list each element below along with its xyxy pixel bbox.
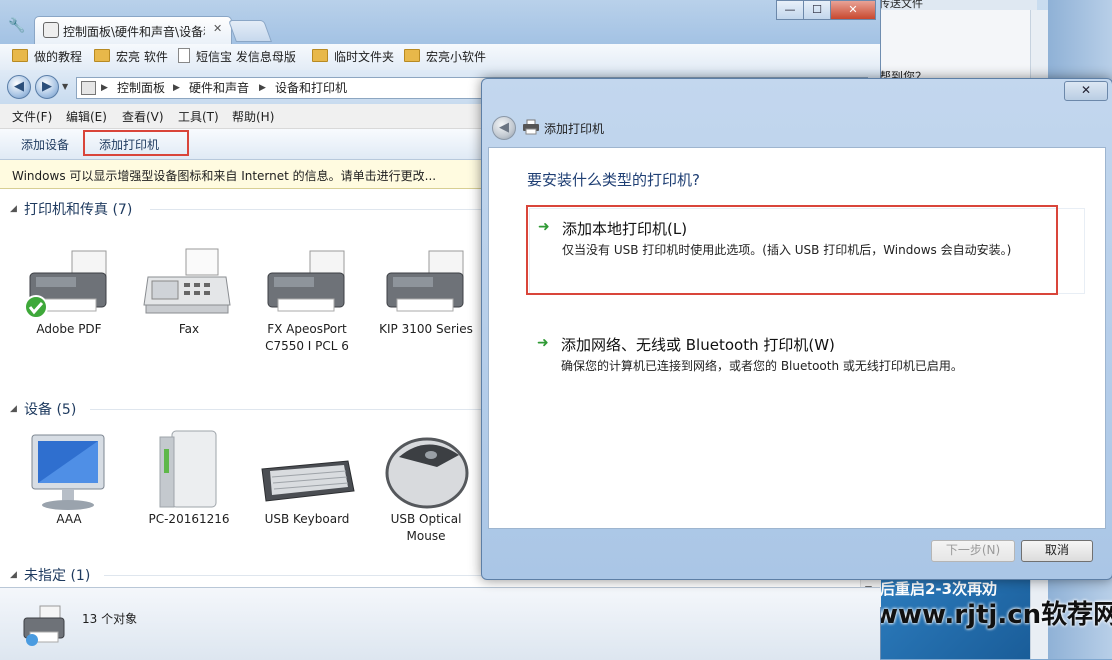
control-panel-icon [43, 22, 59, 38]
folder-icon [12, 49, 28, 62]
favorite-item[interactable]: 短信宝 发信息母版 [178, 48, 296, 66]
devices-printers-icon [23, 605, 65, 646]
collapse-arrow-icon[interactable]: ◢ [10, 570, 17, 580]
breadcrumb-item[interactable]: 设备和打印机 [275, 80, 347, 96]
menu-edit[interactable]: 编辑(E) [66, 108, 107, 125]
favorite-item[interactable]: 宏亮小软件 [404, 48, 486, 66]
keyboard-icon [261, 460, 355, 502]
option-title: 添加网络、无线或 Bluetooth 打印机(W) [561, 336, 835, 354]
add-device-button[interactable]: 添加设备 [21, 136, 69, 153]
device-item-label: FX ApeosPort C7550 I PCL 6 [265, 322, 349, 353]
option-description: 确保您的计算机已连接到网络，或者您的 Bluetooth 或无线打印机已启用。 [561, 359, 963, 373]
favorite-item[interactable]: 做的教程 [12, 48, 82, 66]
device-item[interactable]: FX ApeosPort C7550 I PCL 6 [248, 247, 366, 353]
new-tab-button[interactable] [227, 20, 273, 42]
next-button[interactable]: 下一步(N) [931, 540, 1015, 562]
device-item-label: Fax [178, 322, 200, 336]
fax-icon [143, 248, 231, 314]
device-item[interactable]: KIP 3100 Series [367, 247, 485, 347]
cancel-button[interactable]: 取消 [1021, 540, 1093, 562]
menu-view[interactable]: 查看(V) [122, 108, 164, 125]
device-item-label: PC-20161216 [148, 512, 230, 526]
chevron-right-icon[interactable]: ▶ [259, 80, 266, 96]
monitor-icon [31, 434, 105, 510]
printer-icon [386, 250, 464, 312]
favorite-item[interactable]: 宏亮 软件 [94, 48, 168, 66]
device-item-label: KIP 3100 Series [379, 322, 473, 336]
option-network-printer[interactable]: ➜ 添加网络、无线或 Bluetooth 打印机(W) 确保您的计算机已连接到网… [529, 325, 1083, 385]
dialog-footer: 下一步(N) 取消 [488, 529, 1104, 571]
browser-tab-title: 控制面板\硬件和声音\设备和打印机 [63, 25, 205, 39]
printer-default-icon [24, 250, 107, 319]
printer-icon [523, 119, 539, 135]
maximize-icon[interactable]: ☐ [803, 0, 831, 20]
chevron-right-icon[interactable]: ▶ [101, 80, 108, 96]
menu-tools[interactable]: 工具(T) [178, 108, 219, 125]
green-arrow-icon: ➜ [537, 335, 549, 351]
group-header-devices[interactable]: 设备 (5) [24, 399, 76, 419]
highlight-box [83, 130, 189, 156]
add-printer-dialog: ✕ ◀ 添加打印机 要安装什么类型的打印机? ➜ 添加本地打印机(L) 仅当没有… [481, 78, 1112, 580]
breadcrumb-item[interactable]: 控制面板 [117, 80, 165, 96]
device-item[interactable]: Adobe PDF [10, 247, 128, 347]
control-panel-icon [81, 81, 96, 95]
folder-icon [404, 49, 420, 62]
forward-button[interactable]: ▶ [35, 75, 59, 99]
folder-icon [312, 49, 328, 62]
close-tab-icon[interactable]: ✕ [213, 22, 222, 35]
browser-tab[interactable]: 控制面板\硬件和声音\设备和打印机 ✕ [34, 16, 232, 45]
menu-file[interactable]: 文件(F) [12, 108, 52, 125]
dialog-close-button[interactable]: ✕ [1064, 81, 1108, 101]
wrench-icon[interactable]: 🔧 [8, 18, 25, 34]
group-header-unspecified[interactable]: 未指定 (1) [24, 565, 90, 585]
device-item-label: Adobe PDF [36, 322, 102, 336]
chevron-right-icon[interactable]: ▶ [173, 80, 180, 96]
dialog-back-button[interactable]: ◀ [492, 116, 516, 140]
object-count: 13 个对象 [82, 612, 138, 626]
breadcrumb-item[interactable]: 硬件和声音 [189, 80, 249, 96]
device-item-label: USB Keyboard [264, 512, 350, 526]
folder-icon [94, 49, 110, 62]
favorites-bar: 做的教程 宏亮 软件 短信宝 发信息母版 临时文件夹 宏亮小软件 [0, 44, 880, 71]
dialog-title: 添加打印机 [544, 122, 605, 136]
dialog-question: 要安装什么类型的打印机? [527, 171, 700, 189]
device-item[interactable]: AAA [10, 427, 128, 537]
status-bar: 13 个对象 [0, 587, 880, 660]
device-item-label: AAA [56, 512, 82, 526]
group-header-printers[interactable]: 打印机和传真 (7) [24, 199, 132, 219]
highlight-box [526, 205, 1058, 295]
back-button[interactable]: ◀ [7, 75, 31, 99]
device-item[interactable]: PC-20161216 [130, 427, 248, 537]
document-icon [178, 48, 190, 63]
info-bar-text: Windows 可以显示增强型设备图标和来自 Internet 的信息。请单击进… [12, 169, 437, 183]
mouse-icon [385, 437, 469, 509]
device-item[interactable]: USB Optical Mouse [367, 427, 485, 552]
title-bar: 🔧 控制面板\硬件和声音\设备和打印机 ✕ — ☐ ✕ [0, 0, 880, 45]
background-tab: 传送文件 [876, 0, 1037, 10]
close-window-button[interactable]: ✕ [830, 0, 876, 20]
computer-tower-icon [159, 430, 217, 508]
history-dropdown-icon[interactable]: ▼ [62, 82, 68, 91]
minimize-button[interactable]: — [776, 0, 804, 20]
menu-help[interactable]: 帮助(H) [232, 108, 274, 125]
printer-icon [267, 250, 345, 312]
device-item-label: USB Optical Mouse [390, 512, 462, 543]
device-item[interactable]: Fax [130, 247, 248, 347]
collapse-arrow-icon[interactable]: ◢ [10, 404, 17, 414]
device-item[interactable]: USB Keyboard [248, 427, 366, 537]
dialog-body: 要安装什么类型的打印机? ➜ 添加本地打印机(L) 仅当没有 USB 打印机时使… [488, 147, 1106, 529]
watermark-text: www.rjtj.cn软荐网 [874, 600, 1112, 630]
collapse-arrow-icon[interactable]: ◢ [10, 204, 17, 214]
favorite-item[interactable]: 临时文件夹 [312, 48, 394, 66]
